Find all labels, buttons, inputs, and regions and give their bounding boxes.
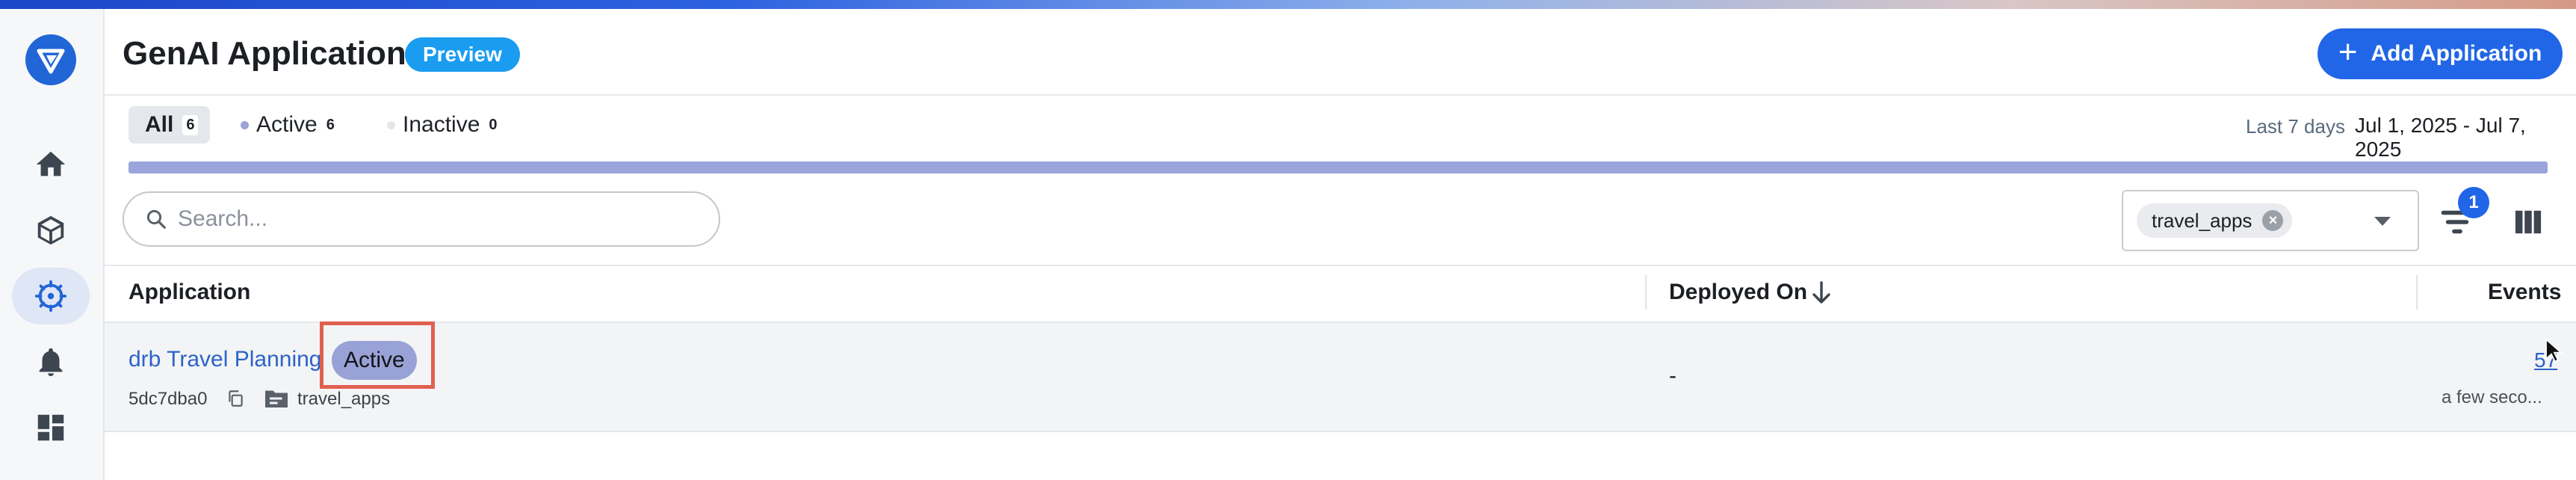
highlight-annotation [320, 321, 435, 389]
events-time: a few seco... [2442, 387, 2542, 407]
table-row[interactable] [105, 323, 2576, 432]
page-title: GenAI Applications [123, 35, 425, 72]
cube-icon [37, 215, 64, 245]
brain-icon [34, 280, 67, 313]
status-progress-bar [129, 161, 2548, 173]
application-folder-label: travel_apps [297, 389, 391, 409]
tab-inactive[interactable]: Inactive 0 [387, 106, 498, 144]
date-range-label[interactable]: Last 7 days [2246, 115, 2345, 138]
column-separator[interactable] [1645, 275, 1647, 310]
sidebar-item-genai[interactable] [12, 268, 90, 324]
sidebar-item-alerts[interactable] [12, 333, 90, 390]
active-dot-icon [241, 120, 249, 129]
dashboard-icon [37, 414, 64, 441]
sort-arrow-down-icon[interactable] [1811, 281, 1832, 305]
application-name-link[interactable]: drb Travel Planning [129, 347, 322, 372]
tab-active-count: 6 [326, 116, 335, 133]
home-icon [36, 151, 66, 176]
bell-icon [39, 348, 63, 377]
table-top-border [105, 265, 2576, 266]
tab-all[interactable]: All 6 [129, 106, 211, 144]
chevron-down-icon[interactable] [2374, 217, 2391, 226]
mouse-cursor-icon [2545, 338, 2563, 363]
sidebar [0, 9, 105, 480]
top-gradient-bar [0, 0, 2576, 9]
add-application-button[interactable]: + Add Application [2318, 28, 2563, 79]
sidebar-item-models[interactable] [12, 202, 90, 259]
search-input[interactable] [178, 206, 686, 232]
search-icon [146, 209, 166, 229]
tab-active-label: Active [256, 112, 318, 137]
filter-chip-label: travel_apps [2152, 209, 2253, 232]
search-box[interactable] [123, 191, 720, 247]
inactive-dot-icon [387, 120, 395, 129]
column-header-application[interactable]: Application [129, 280, 250, 305]
tab-all-label: All [145, 112, 174, 137]
column-header-events[interactable]: Events [2488, 280, 2561, 305]
tab-inactive-label: Inactive [403, 112, 480, 137]
preview-badge: Preview [405, 37, 520, 72]
chip-remove-icon[interactable]: × [2262, 210, 2284, 231]
sidebar-item-dashboards[interactable] [12, 399, 90, 456]
tag-filter-select[interactable]: travel_apps × [2122, 190, 2419, 251]
column-header-deployed-on[interactable]: Deployed On [1669, 280, 1807, 305]
tab-all-count: 6 [182, 114, 199, 135]
app-root: GenAI Applications Preview + Add Applica… [0, 0, 2576, 480]
sidebar-item-home[interactable] [12, 136, 90, 193]
plus-icon: + [2338, 34, 2358, 70]
header-divider [105, 94, 2576, 96]
deployed-on-value: - [1669, 363, 1676, 388]
status-progress-fill [129, 161, 2548, 173]
tab-inactive-count: 0 [489, 116, 498, 133]
filter-count-badge: 1 [2458, 187, 2489, 218]
folder-icon [265, 390, 288, 407]
application-id: 5dc7dba0 [129, 389, 208, 409]
columns-icon[interactable] [2513, 208, 2543, 236]
add-application-label: Add Application [2371, 41, 2542, 66]
logo-icon[interactable] [25, 34, 76, 85]
copy-icon[interactable] [226, 389, 245, 408]
column-separator[interactable] [2416, 275, 2418, 310]
filter-chip: travel_apps × [2137, 203, 2293, 238]
tab-active[interactable]: Active 6 [241, 106, 335, 144]
date-range-value[interactable]: Jul 1, 2025 - Jul 7, 2025 [2355, 114, 2576, 161]
